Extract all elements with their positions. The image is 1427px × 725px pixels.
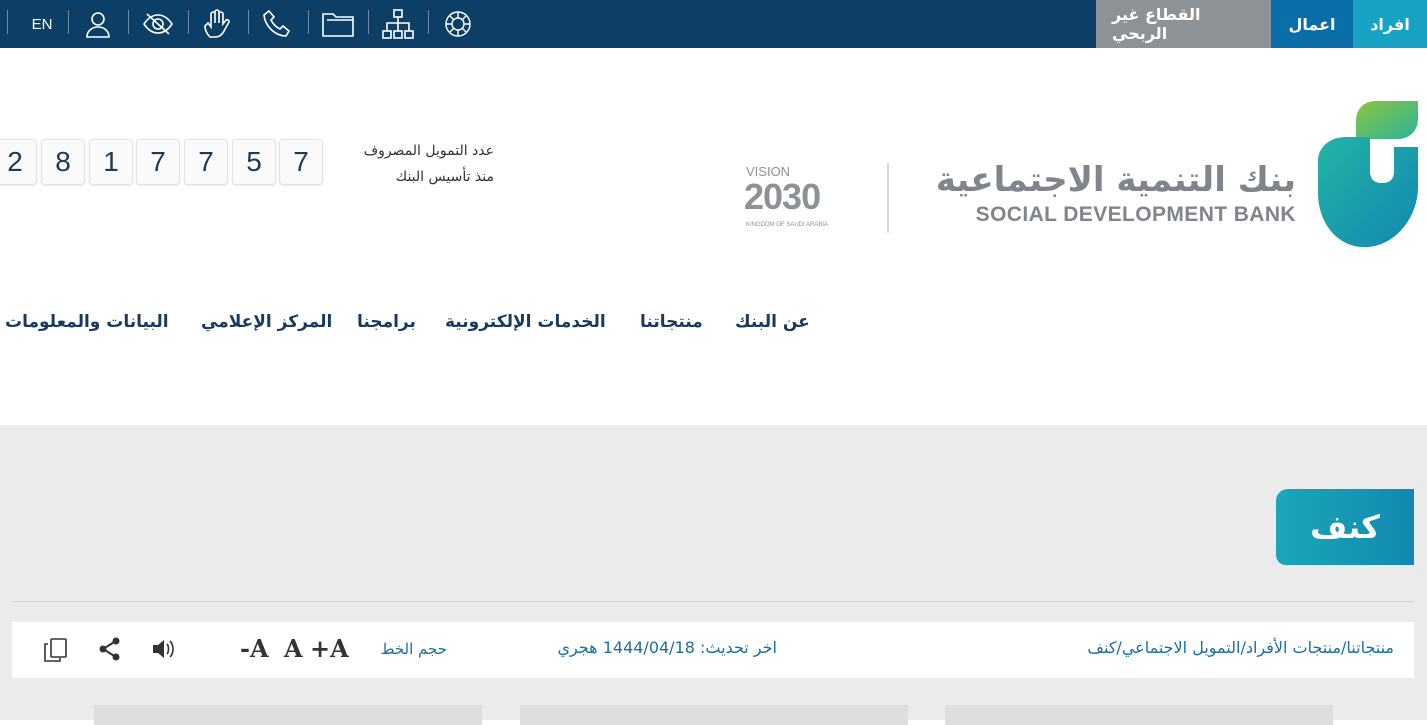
content-panel: كنف منتجاتنا/منتجات الأفراد/التمويل الاج…: [0, 425, 1427, 725]
breadcrumb[interactable]: منتجاتنا/منتجات الأفراد/التمويل الاجتماع…: [1087, 638, 1394, 657]
bank-name-english: SOCIAL DEVELOPMENT BANK: [975, 203, 1296, 226]
counter-label-line2: منذ تأسيس البنك: [395, 169, 494, 185]
nav-about-bank[interactable]: عن البنك: [735, 312, 810, 332]
font-size-label: حجم الخط: [380, 640, 447, 658]
last-updated: اخر تحديث: 1444/04/18 هجري: [557, 638, 778, 657]
divider: [7, 10, 8, 34]
font-decrease-button[interactable]: -A: [240, 634, 269, 663]
nav-media-center[interactable]: المركز الإعلامي: [201, 312, 332, 332]
vision-year: 2030: [744, 176, 821, 217]
emblem-icon[interactable]: [440, 0, 476, 48]
counter-digit: 7: [184, 139, 228, 185]
language-toggle[interactable]: EN: [28, 0, 56, 48]
top-bar: افراد اعمال القطاع غير الربحي EN: [0, 0, 1427, 48]
counter-digit: 1: [89, 139, 133, 185]
funding-counter-label: عدد التمويل المصروف منذ تأسيس البنك: [336, 138, 494, 190]
main-nav: عن البنك منتجاتنا الخدمات الإلكترونية بر…: [0, 300, 830, 346]
speaker-icon[interactable]: [150, 636, 176, 666]
vision-2030-logo: VISION 2030 KINGDOM OF SAUDI ARABIA: [744, 160, 852, 235]
nav-programs[interactable]: برامجنا: [357, 312, 416, 332]
counter-label-line1: عدد التمويل المصروف: [363, 143, 494, 159]
divider: [428, 10, 429, 34]
folder-icon[interactable]: [320, 0, 356, 48]
divider: [188, 10, 189, 34]
divider: [128, 10, 129, 34]
tab-business[interactable]: اعمال: [1271, 0, 1353, 48]
counter-digit: 8: [41, 139, 85, 185]
segment-tabs: افراد اعمال القطاع غير الربحي: [1096, 0, 1427, 48]
sign-language-icon[interactable]: [200, 0, 236, 48]
nav-data-info[interactable]: البيانات والمعلومات: [5, 312, 169, 332]
content-card[interactable]: [520, 705, 908, 725]
page-info-bar: منتجاتنا/منتجات الأفراد/التمويل الاجتماع…: [12, 622, 1414, 678]
nav-products[interactable]: منتجاتنا: [640, 312, 703, 332]
counter-digit: 7: [279, 139, 323, 185]
page-title: كنف: [1276, 489, 1414, 565]
font-increase-button[interactable]: +A: [310, 634, 349, 663]
bank-name-arabic: بنك التنمية الاجتماعية: [935, 160, 1296, 200]
divider: [308, 10, 309, 34]
content-card[interactable]: [945, 705, 1333, 725]
tab-nonprofit[interactable]: القطاع غير الربحي: [1096, 0, 1271, 48]
title-divider: [12, 601, 1414, 602]
content-card[interactable]: [94, 705, 482, 725]
user-icon[interactable]: [82, 0, 114, 48]
logo-divider: [887, 163, 889, 233]
eye-off-icon[interactable]: [140, 0, 176, 48]
copy-icon[interactable]: [42, 636, 70, 668]
phone-icon[interactable]: [260, 0, 294, 48]
tab-individuals[interactable]: افراد: [1353, 0, 1427, 48]
counter-digit: 2: [0, 139, 37, 185]
counter-digit: 7: [136, 139, 180, 185]
counter-digit: 5: [232, 139, 276, 185]
divider: [368, 10, 369, 34]
divider: [68, 10, 69, 34]
bank-logo-mark[interactable]: [1316, 101, 1420, 255]
nav-e-services[interactable]: الخدمات الإلكترونية: [445, 312, 606, 332]
divider: [248, 10, 249, 34]
font-normal-button[interactable]: A: [284, 634, 303, 663]
sitemap-icon[interactable]: [380, 0, 416, 48]
vision-country: KINGDOM OF SAUDI ARABIA: [746, 222, 829, 228]
share-icon[interactable]: [97, 636, 123, 666]
